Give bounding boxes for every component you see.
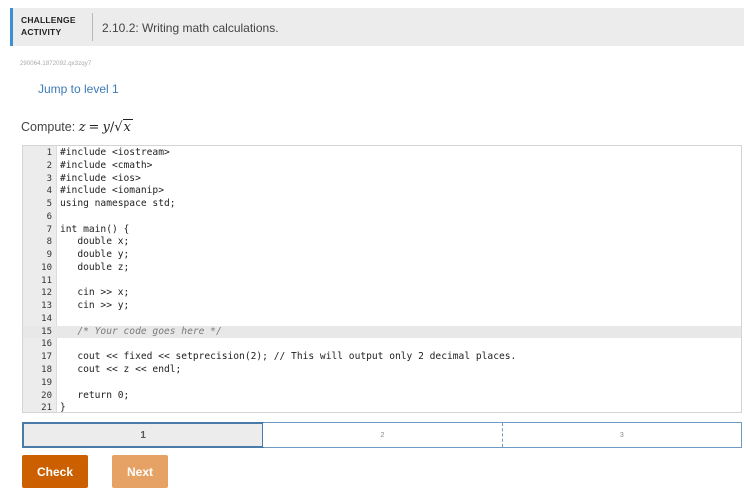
formula-equals: = (88, 120, 100, 135)
line-number: 5 (46, 199, 52, 210)
line-code[interactable]: } (60, 402, 66, 412)
code-line[interactable]: 15 /* Your code goes here */ (23, 325, 741, 339)
line-number: 9 (46, 250, 52, 261)
line-number: 6 (46, 211, 52, 222)
code-line[interactable]: 18 cout << z << endl; (23, 364, 741, 377)
activity-id: 290064.1872092.qx3zqy7 (20, 61, 92, 67)
level-3-label: 3 (619, 431, 624, 439)
line-code[interactable]: #include <iomanip> (60, 185, 164, 198)
code-line[interactable]: 16 (23, 338, 741, 351)
line-number: 12 (41, 288, 52, 299)
line-code[interactable]: #include <cmath> (60, 160, 152, 173)
line-number: 19 (41, 377, 52, 388)
line-number: 17 (41, 352, 52, 363)
next-button[interactable]: Next (112, 455, 168, 488)
code-line[interactable]: 11 (23, 275, 741, 288)
code-line[interactable]: 13 cin >> y; (23, 300, 741, 313)
code-line[interactable]: 3 #include <ios> (23, 173, 741, 186)
code-line[interactable]: 19 (23, 377, 741, 390)
code-line[interactable]: 10 double z; (23, 262, 741, 275)
activity-header: CHALLENGE ACTIVITY 2.10.2: Writing math … (10, 8, 744, 46)
line-code[interactable]: double x; (60, 236, 129, 249)
badge-line-2: ACTIVITY (21, 27, 62, 37)
line-code[interactable]: cin >> x; (60, 287, 129, 300)
line-number: 10 (41, 262, 52, 273)
check-button[interactable]: Check (22, 455, 88, 488)
line-code[interactable]: double y; (60, 249, 129, 262)
activity-title: 2.10.2: Writing math calculations. (102, 21, 279, 35)
line-number: 7 (46, 224, 52, 235)
line-code[interactable]: int main() { (60, 224, 129, 237)
line-code[interactable]: using namespace std; (60, 198, 176, 211)
line-number: 2 (46, 160, 52, 171)
formula-numerator: y (102, 120, 110, 135)
code-line[interactable]: 2 #include <cmath> (23, 160, 741, 173)
code-line[interactable]: 1 #include <iostream> (23, 147, 741, 160)
radical-sign: √ (114, 120, 123, 135)
code-editor[interactable]: 1 #include <iostream> 2 #include <cmath> 3 #i… (22, 145, 742, 413)
code-line[interactable]: 8 double x; (23, 236, 741, 249)
header-divider (92, 13, 93, 41)
code-line[interactable]: 7 int main() { (23, 224, 741, 237)
level-3-tab[interactable]: 3 (502, 423, 741, 447)
badge-line-1: CHALLENGE (21, 15, 76, 25)
line-number: 15 (41, 326, 52, 337)
compute-label: Compute: (21, 120, 76, 134)
code-line[interactable]: 4 #include <iomanip> (23, 185, 741, 198)
line-code[interactable]: double z; (60, 262, 129, 275)
level-2-label: 2 (380, 431, 385, 439)
line-number: 13 (41, 301, 52, 312)
line-code[interactable]: cin >> y; (60, 300, 129, 313)
code-line[interactable]: 5 using namespace std; (23, 198, 741, 211)
code-line[interactable]: 14 (23, 313, 741, 326)
jump-to-level-link[interactable]: Jump to level 1 (38, 82, 119, 96)
line-code[interactable]: return 0; (60, 390, 129, 403)
line-number: 11 (41, 275, 52, 286)
line-code[interactable]: /* Your code goes here */ (60, 326, 221, 339)
formula: z = y/√x (78, 119, 133, 135)
line-number: 8 (46, 237, 52, 248)
line-number: 16 (41, 339, 52, 350)
formula-radicand: x (122, 119, 133, 135)
line-code[interactable]: #include <iostream> (60, 147, 170, 160)
line-code[interactable]: #include <ios> (60, 173, 141, 186)
level-1-label: 1 (140, 429, 146, 441)
level-1-tab[interactable]: 1 (22, 422, 265, 448)
compute-prompt: Compute: z = y/√x (21, 119, 133, 135)
line-code[interactable]: cout << z << endl; (60, 364, 181, 377)
code-line[interactable]: 6 (23, 211, 741, 224)
code-line[interactable]: 20 return 0; (23, 390, 741, 403)
line-code[interactable]: cout << fixed << setprecision(2); // Thi… (60, 351, 516, 364)
line-number: 14 (41, 313, 52, 324)
line-number: 20 (41, 390, 52, 401)
code-line[interactable]: 9 double y; (23, 249, 741, 262)
square-root: √x (114, 119, 133, 135)
level-2-tab[interactable]: 2 (263, 423, 503, 447)
line-number: 3 (46, 173, 52, 184)
code-line[interactable]: 17 cout << fixed << setprecision(2); // … (23, 351, 741, 364)
level-progress-bar: 1 2 3 (22, 422, 742, 448)
code-line[interactable]: 21} (23, 402, 741, 413)
code-lines[interactable]: 1 #include <iostream> 2 #include <cmath> 3 #i… (23, 147, 741, 413)
line-number: 21 (41, 403, 52, 413)
formula-lhs: z (78, 120, 86, 135)
code-line[interactable]: 12 cin >> x; (23, 287, 741, 300)
line-number: 4 (46, 186, 52, 197)
line-number: 1 (46, 148, 52, 158)
line-number: 18 (41, 365, 52, 376)
challenge-activity-badge: CHALLENGE ACTIVITY (21, 14, 85, 38)
